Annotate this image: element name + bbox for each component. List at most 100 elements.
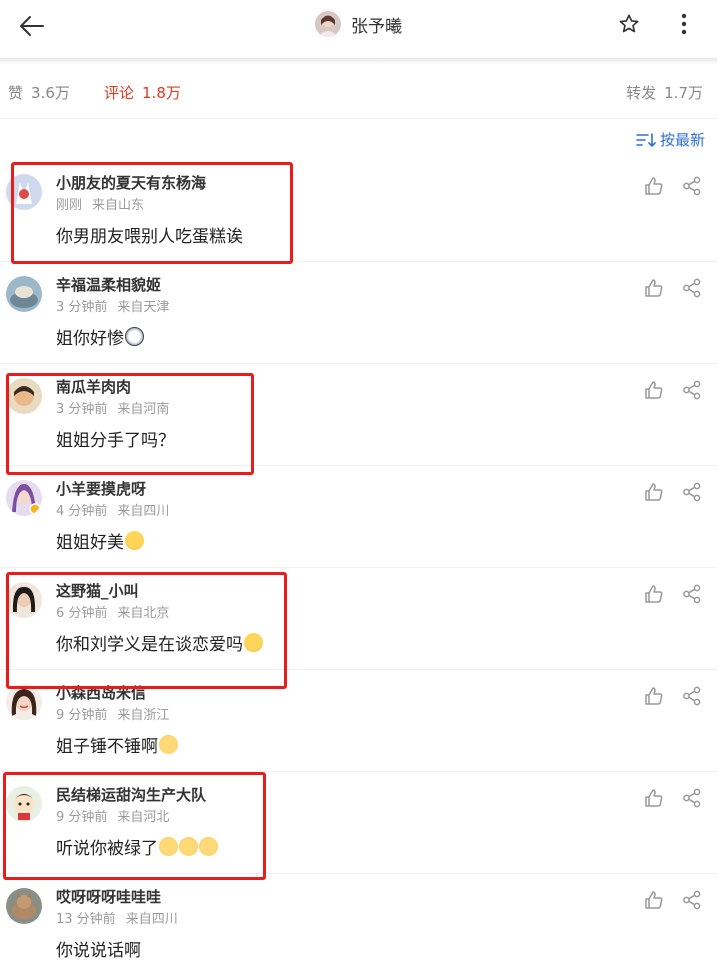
comment-location: 来自四川 <box>125 912 178 927</box>
avatar[interactable] <box>6 786 42 822</box>
like-button[interactable] <box>644 584 664 604</box>
share-icon <box>683 686 701 706</box>
avatar[interactable] <box>6 582 42 618</box>
avatar[interactable] <box>6 888 42 924</box>
avatar[interactable] <box>6 174 42 210</box>
share-icon <box>683 584 701 604</box>
share-button[interactable] <box>682 380 702 400</box>
crying-emoji-icon <box>244 633 263 652</box>
comment-author[interactable]: 小朋友的夏天有东杨海 <box>56 172 206 193</box>
like-button[interactable] <box>644 890 664 910</box>
like-button[interactable] <box>644 278 664 298</box>
comment-meta: 9 分钟前 来自浙江 <box>56 704 179 723</box>
like-button[interactable] <box>644 788 664 808</box>
comment-location: 来自北京 <box>117 606 170 621</box>
like-label: 赞 <box>8 84 24 102</box>
cat-emoji-icon <box>159 735 178 754</box>
comment-meta: 刚刚 来自山东 <box>56 194 154 213</box>
comment-author[interactable]: 这野猫_小叫 <box>56 580 139 601</box>
like-button[interactable] <box>644 380 664 400</box>
avatar[interactable] <box>6 480 42 516</box>
list-item: 小朋友的夏天有东杨海 刚刚 来自山东 你男朋友喂别人吃蛋糕诶 <box>0 160 717 262</box>
like-count: 3.6万 <box>31 84 70 102</box>
comment-actions <box>644 380 702 400</box>
comment-meta: 9 分钟前 来自河北 <box>56 806 179 825</box>
share-icon <box>683 380 701 400</box>
share-button[interactable] <box>682 584 702 604</box>
share-icon <box>683 278 701 298</box>
favorite-button[interactable] <box>613 8 645 40</box>
share-button[interactable] <box>682 278 702 298</box>
repost-tab[interactable]: 转发 1.7万 <box>626 82 703 103</box>
comment-label: 评论 <box>104 84 135 102</box>
comment-text[interactable]: 姐子锤不锤啊 <box>56 732 178 757</box>
avatar[interactable] <box>6 276 42 312</box>
comment-meta: 6 分钟前 来自北京 <box>56 602 179 621</box>
comment-actions <box>644 890 702 910</box>
like-button[interactable] <box>644 482 664 502</box>
comment-body: 姐子锤不锤啊 <box>56 737 158 757</box>
comment-body: 你男朋友喂别人吃蛋糕诶 <box>56 227 243 247</box>
comment-location: 来自河南 <box>117 402 170 417</box>
list-item: 这野猫_小叫 6 分钟前 来自北京 你和刘学义是在谈恋爱吗 <box>0 568 717 670</box>
share-button[interactable] <box>682 176 702 196</box>
comment-time: 13 分钟前 <box>56 912 116 927</box>
comment-location: 来自四川 <box>117 504 170 519</box>
like-button[interactable] <box>644 686 664 706</box>
comment-text[interactable]: 姐姐分手了吗？ <box>56 426 175 451</box>
comment-actions <box>644 482 702 502</box>
comment-time: 刚刚 <box>56 198 83 213</box>
avatar[interactable] <box>6 378 42 414</box>
comment-meta: 3 分钟前 来自天津 <box>56 296 179 315</box>
comment-text[interactable]: 姐姐好美 <box>56 528 144 553</box>
thumbs-up-icon <box>645 279 663 297</box>
title-group: 张予曦 <box>0 9 717 39</box>
page-title: 张予曦 <box>351 16 402 37</box>
comment-body: 姐姐分手了吗？ <box>56 431 175 451</box>
comment-body: 你说说话啊 <box>56 941 141 961</box>
comment-author[interactable]: 哎呀呀呀哇哇哇 <box>56 886 161 907</box>
comment-meta: 13 分钟前 来自四川 <box>56 908 188 927</box>
comment-location: 来自河北 <box>117 810 170 825</box>
author-avatar[interactable] <box>315 11 341 37</box>
cat-emoji-icon <box>199 837 218 856</box>
sort-button[interactable]: 按最新 <box>636 129 705 150</box>
top-bar: 张予曦 <box>0 0 717 58</box>
list-item: 南瓜羊肉肉 3 分钟前 来自河南 姐姐分手了吗？ <box>0 364 717 466</box>
comment-tab[interactable]: 评论 1.8万 <box>104 82 181 103</box>
comment-author[interactable]: 小森西岛米信 <box>56 682 146 703</box>
share-button[interactable] <box>682 482 702 502</box>
comment-text[interactable]: 你说说话啊 <box>56 936 141 961</box>
avatar[interactable] <box>6 684 42 720</box>
comment-body: 姐姐好美 <box>56 533 124 553</box>
list-item: 小森西岛米信 9 分钟前 来自浙江 姐子锤不锤啊 <box>0 670 717 772</box>
comment-author[interactable]: 小羊要摸虎呀 <box>56 478 146 499</box>
share-button[interactable] <box>682 890 702 910</box>
cat-emoji-icon <box>179 837 198 856</box>
share-button[interactable] <box>682 686 702 706</box>
comment-author[interactable]: 民结梯运甜沟生产大队 <box>56 784 206 805</box>
share-button[interactable] <box>682 788 702 808</box>
like-button[interactable] <box>644 176 664 196</box>
comment-body: 你和刘学义是在谈恋爱吗 <box>56 635 243 655</box>
comment-meta: 4 分钟前 来自四川 <box>56 500 179 519</box>
repost-label: 转发 <box>626 84 657 102</box>
comment-text[interactable]: 姐你好惨 <box>56 324 144 349</box>
more-button[interactable] <box>668 8 700 40</box>
more-vertical-icon <box>681 13 687 35</box>
comment-time: 3 分钟前 <box>56 402 108 417</box>
comment-author[interactable]: 辛福温柔相貌姬 <box>56 274 161 295</box>
comment-time: 6 分钟前 <box>56 606 108 621</box>
comment-text[interactable]: 听说你被绿了 <box>56 834 218 859</box>
list-item: 民结梯运甜沟生产大队 9 分钟前 来自河北 听说你被绿了 <box>0 772 717 874</box>
like-tab[interactable]: 赞 3.6万 <box>8 82 70 103</box>
stats-bar: 赞 3.6万 评论 1.8万 转发 1.7万 <box>0 76 717 110</box>
comment-actions <box>644 686 702 706</box>
thumbs-up-icon <box>645 687 663 705</box>
cat-emoji-icon <box>159 837 178 856</box>
comment-meta: 3 分钟前 来自河南 <box>56 398 179 417</box>
comment-author[interactable]: 南瓜羊肉肉 <box>56 376 131 397</box>
comment-text[interactable]: 你男朋友喂别人吃蛋糕诶 <box>56 222 243 247</box>
comment-time: 9 分钟前 <box>56 810 108 825</box>
comment-text[interactable]: 你和刘学义是在谈恋爱吗 <box>56 630 263 655</box>
